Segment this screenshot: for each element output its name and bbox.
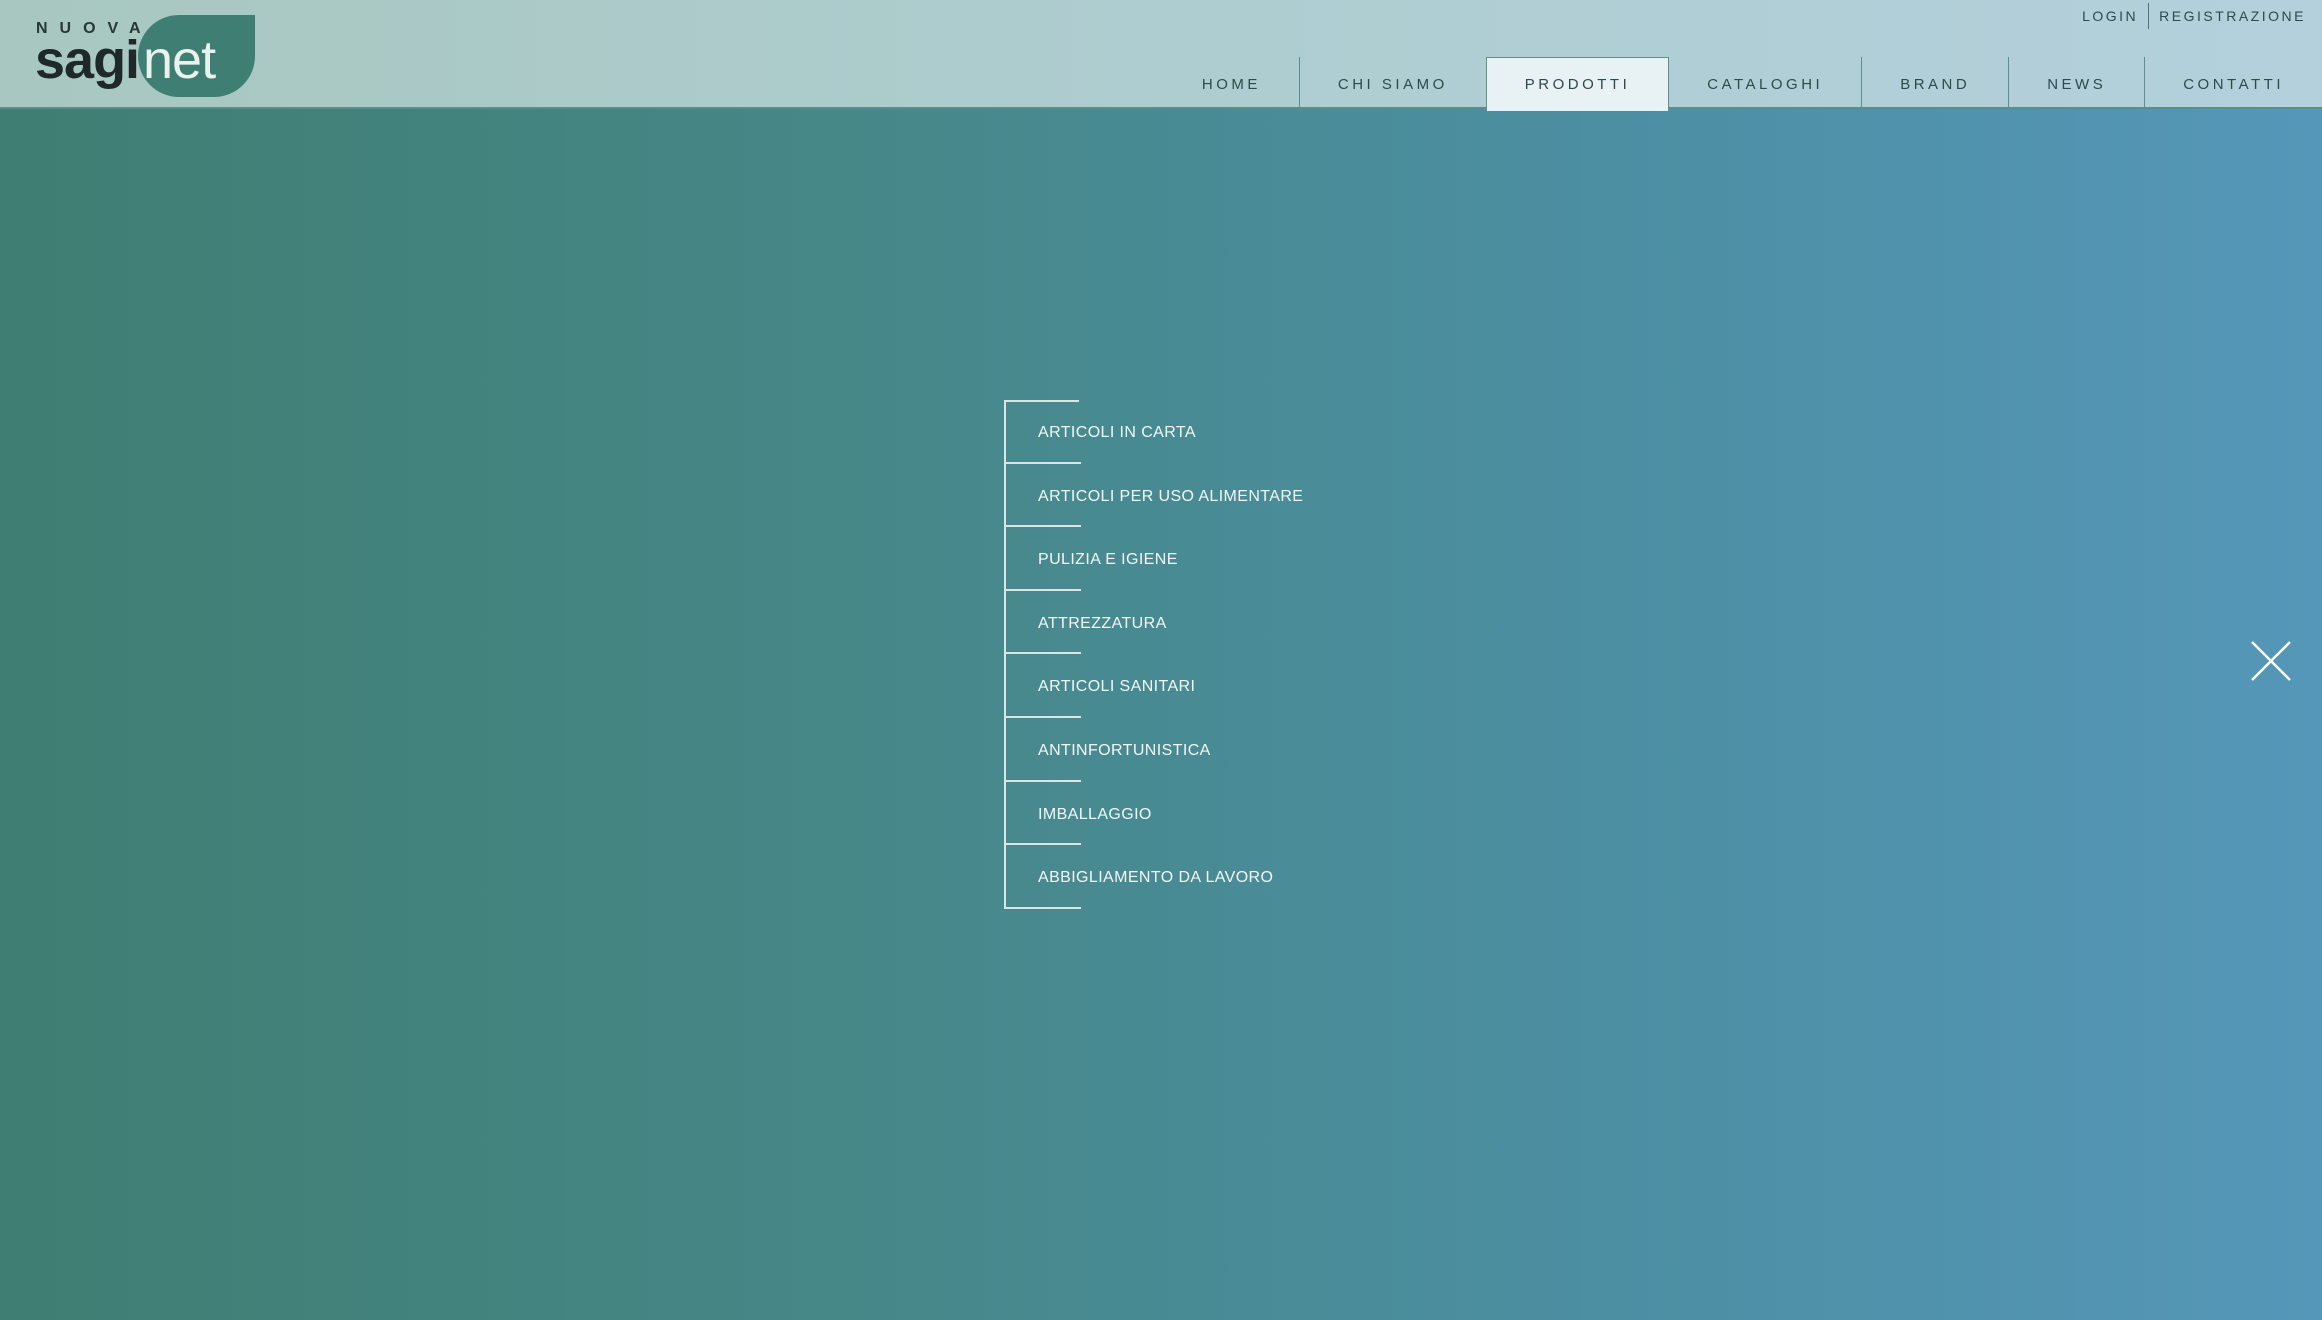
site-header: NUOVA sagi net LOGIN REGISTRAZIONE HOME …: [0, 0, 2322, 111]
site-logo[interactable]: NUOVA sagi net: [35, 12, 255, 102]
menu-item-articoli-uso-alimentare[interactable]: ARTICOLI PER USO ALIMENTARE: [1004, 463, 1344, 528]
register-link[interactable]: REGISTRAZIONE: [2149, 3, 2316, 29]
nav-item-prodotti[interactable]: PRODOTTI: [1485, 57, 1670, 111]
menu-item-articoli-sanitari[interactable]: ARTICOLI SANITARI: [1004, 654, 1344, 718]
close-icon[interactable]: [2250, 640, 2292, 682]
menu-item-label: PULIZIA E IGIENE: [1038, 551, 1178, 569]
nav-item-chi-siamo[interactable]: CHI SIAMO: [1298, 57, 1486, 111]
menu-item-label: ARTICOLI SANITARI: [1038, 678, 1196, 696]
nav-item-news[interactable]: NEWS: [2008, 57, 2144, 111]
menu-item-label: ANTINFORTUNISTICA: [1038, 741, 1211, 759]
menu-item-label: IMBALLAGGIO: [1038, 805, 1152, 823]
nav-item-brand[interactable]: BRAND: [1861, 57, 2008, 111]
nav-item-cataloghi[interactable]: CATALOGHI: [1669, 57, 1861, 111]
menu-item-abbigliamento-lavoro[interactable]: ABBIGLIAMENTO DA LAVORO: [1004, 845, 1344, 909]
login-link[interactable]: LOGIN: [2072, 3, 2148, 29]
menu-item-label: ARTICOLI PER USO ALIMENTARE: [1038, 487, 1304, 505]
menu-item-label: ABBIGLIAMENTO DA LAVORO: [1038, 869, 1274, 887]
logo-accent-text: net: [143, 30, 216, 90]
products-menu: ARTICOLI IN CARTA ARTICOLI PER USO ALIME…: [1004, 400, 1344, 909]
menu-item-pulizia-igiene[interactable]: PULIZIA E IGIENE: [1004, 527, 1344, 591]
menu-item-attrezzatura[interactable]: ATTREZZATURA: [1004, 590, 1344, 655]
menu-item-imballaggio[interactable]: IMBALLAGGIO: [1004, 781, 1344, 846]
main-navigation: HOME CHI SIAMO PRODOTTI CATALOGHI BRAND …: [1164, 57, 2322, 111]
menu-item-antinfortunistica[interactable]: ANTINFORTUNISTICA: [1004, 717, 1344, 782]
nav-item-contatti[interactable]: CONTATTI: [2144, 57, 2322, 111]
menu-item-label: ARTICOLI IN CARTA: [1038, 424, 1196, 441]
logo-main-text: sagi: [35, 30, 140, 90]
utility-links: LOGIN REGISTRAZIONE: [2072, 3, 2316, 29]
menu-item-label: ATTREZZATURA: [1038, 614, 1167, 632]
menu-item-articoli-in-carta[interactable]: ARTICOLI IN CARTA: [1004, 400, 1344, 464]
nav-item-home[interactable]: HOME: [1164, 57, 1299, 111]
